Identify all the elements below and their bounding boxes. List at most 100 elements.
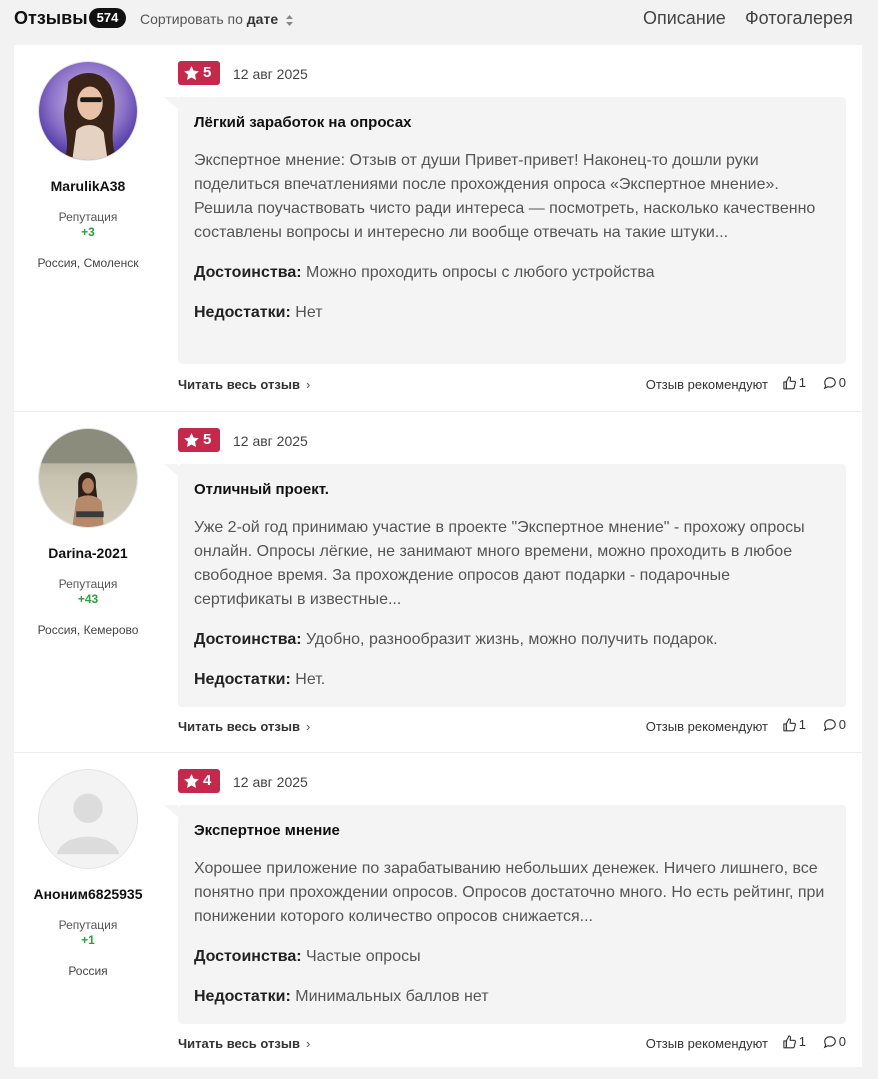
chevron-right-icon: › <box>305 1036 311 1051</box>
read-more-label: Читать весь отзыв <box>178 719 300 734</box>
review-title[interactable]: Отличный проект. <box>194 480 830 500</box>
review-pros: Достоинства: Частые опросы <box>194 945 830 969</box>
default-avatar-icon[interactable] <box>38 769 138 869</box>
read-full-review-link[interactable]: Читать весь отзыв › <box>178 1036 310 1051</box>
comments-count: 0 <box>838 375 846 390</box>
review-body: Экспертное мнение Хорошее приложение по … <box>164 805 846 1024</box>
rating-badge: 5 <box>178 61 220 85</box>
tab-photo-gallery[interactable]: Фотогалерея <box>745 8 853 29</box>
read-full-review-link[interactable]: Читать весь отзыв › <box>178 719 310 734</box>
review-title[interactable]: Экспертное мнение <box>194 821 830 841</box>
author-name[interactable]: MarulikA38 <box>14 178 162 194</box>
review-footer: Читать весь отзыв › Отзыв рекомендуют 1 0 <box>178 717 846 737</box>
rating-value: 5 <box>203 431 212 448</box>
pros-label: Достоинства: <box>194 264 302 281</box>
thumbs-up-icon <box>783 1035 796 1049</box>
reputation-value: +3 <box>81 225 95 239</box>
reputation-value: +43 <box>77 592 99 606</box>
review-title[interactable]: Лёгкий заработок на опросах <box>194 113 830 133</box>
pros-text: Можно проходить опросы с любого устройст… <box>306 264 655 281</box>
sort-label: Сортировать по <box>140 11 243 27</box>
author-location: Россия <box>68 964 108 978</box>
comments-button[interactable]: 0 <box>823 717 846 732</box>
review-card: MarulikA38 Репутация +3 Россия, Смоленск… <box>14 45 862 411</box>
comments-button[interactable]: 0 <box>823 1034 846 1049</box>
cons-text: Минимальных баллов нет <box>295 988 489 1005</box>
thumbs-up-icon <box>783 376 796 390</box>
cons-label: Недостатки: <box>194 671 291 688</box>
review-text: Хорошее приложение по зарабатыванию небо… <box>194 860 825 925</box>
reviews-list: MarulikA38 Репутация +3 Россия, Смоленск… <box>14 45 862 1067</box>
avatar[interactable] <box>38 61 138 161</box>
review-pros: Достоинства: Удобно, разнообразит жизнь,… <box>194 628 830 652</box>
reviews-header: Отзывы 574 Сортировать по дате Описание … <box>0 0 878 40</box>
author-name[interactable]: Аноним6825935 <box>14 886 162 902</box>
rating-value: 4 <box>203 772 212 789</box>
review-date: 12 авг 2025 <box>233 433 308 449</box>
review-date: 12 авг 2025 <box>233 66 308 82</box>
cons-text: Нет. <box>295 671 326 688</box>
review-card: Darina-2021 Репутация +43 Россия, Кемеро… <box>14 411 862 752</box>
pros-label: Достоинства: <box>194 631 302 648</box>
likes-count: 1 <box>798 1034 806 1049</box>
comments-count: 0 <box>838 717 846 732</box>
pros-text: Удобно, разнообразит жизнь, можно получи… <box>306 631 718 648</box>
sort-dropdown[interactable]: Сортировать по дате <box>140 11 294 27</box>
sort-value: дате <box>246 11 279 27</box>
review-footer: Читать весь отзыв › Отзыв рекомендуют 1 0 <box>178 1034 846 1054</box>
reviews-title: Отзывы <box>14 8 88 28</box>
read-more-label: Читать весь отзыв <box>178 1036 300 1051</box>
review-date: 12 авг 2025 <box>233 774 308 790</box>
tab-description[interactable]: Описание <box>643 8 726 29</box>
star-icon <box>184 433 199 447</box>
review-text: Экспертное мнение: Отзыв от души Привет-… <box>194 152 816 241</box>
likes-count: 1 <box>798 717 806 732</box>
comment-icon <box>823 719 836 732</box>
comments-count: 0 <box>838 1034 846 1049</box>
recommend-label: Отзыв рекомендуют <box>645 377 768 392</box>
review-text: Уже 2-ой год принимаю участие в проекте … <box>194 519 805 608</box>
like-button[interactable]: 1 <box>782 717 806 732</box>
pros-text: Частые опросы <box>306 948 421 965</box>
thumbs-up-icon <box>783 718 796 732</box>
avatar[interactable] <box>38 428 138 528</box>
review-footer: Читать весь отзыв › Отзыв рекомендуют 1 0 <box>178 375 846 395</box>
read-full-review-link[interactable]: Читать весь отзыв › <box>178 377 310 392</box>
reputation-label: Репутация <box>58 577 118 591</box>
author-name[interactable]: Darina-2021 <box>14 545 162 561</box>
author-location: Россия, Кемерово <box>37 623 139 637</box>
cons-label: Недостатки: <box>194 304 291 321</box>
rating-badge: 4 <box>178 769 220 793</box>
pros-label: Достоинства: <box>194 948 302 965</box>
recommend-label: Отзыв рекомендуют <box>645 719 768 734</box>
review-pros: Достоинства: Можно проходить опросы с лю… <box>194 261 830 285</box>
reputation-value: +1 <box>81 933 95 947</box>
like-button[interactable]: 1 <box>782 375 806 390</box>
likes-count: 1 <box>798 375 806 390</box>
cons-text: Нет <box>295 304 323 321</box>
recommend-label: Отзыв рекомендуют <box>645 1036 768 1051</box>
cons-label: Недостатки: <box>194 988 291 1005</box>
chevron-right-icon: › <box>305 719 311 734</box>
review-card: Аноним6825935 Репутация +1 Россия 4 12 а… <box>14 752 862 1067</box>
review-cons: Недостатки: Минимальных баллов нет <box>194 985 830 1009</box>
reputation-label: Репутация <box>58 918 118 932</box>
rating-badge: 5 <box>178 428 220 452</box>
read-more-label: Читать весь отзыв <box>178 377 300 392</box>
reputation-label: Репутация <box>58 210 118 224</box>
star-icon <box>184 66 199 80</box>
star-icon <box>184 774 199 788</box>
review-cons: Недостатки: Нет. <box>194 668 830 692</box>
rating-value: 5 <box>203 64 212 81</box>
comments-button[interactable]: 0 <box>823 375 846 390</box>
sort-arrows-icon <box>286 14 294 26</box>
review-body: Отличный проект. Уже 2-ой год принимаю у… <box>164 464 846 707</box>
comment-icon <box>823 1036 836 1049</box>
comment-icon <box>823 377 836 390</box>
chevron-right-icon: › <box>305 377 311 392</box>
review-cons: Недостатки: Нет <box>194 301 830 325</box>
author-location: Россия, Смоленск <box>37 256 139 270</box>
reviews-count-badge: 574 <box>89 8 126 28</box>
like-button[interactable]: 1 <box>782 1034 806 1049</box>
review-body: Лёгкий заработок на опросах Экспертное м… <box>164 97 846 364</box>
